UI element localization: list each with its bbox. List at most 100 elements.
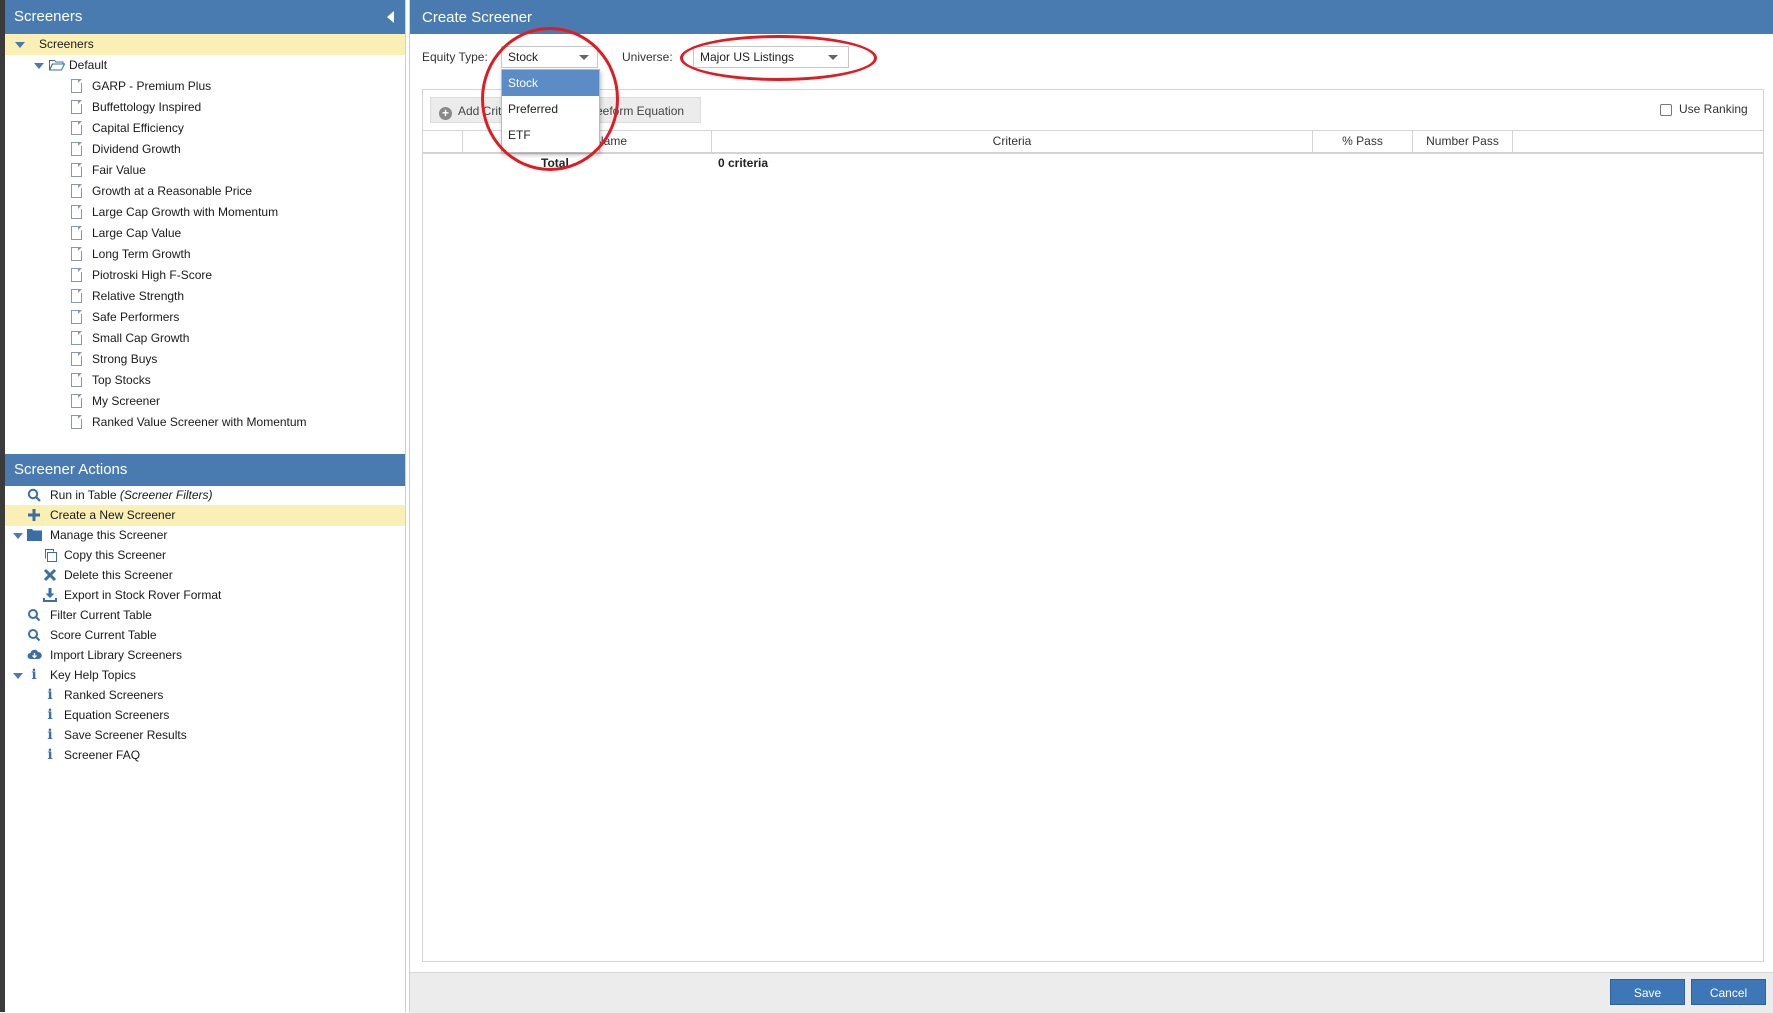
expand-triangle-icon[interactable] (34, 63, 44, 69)
screener-item-label: My Screener (92, 394, 161, 408)
screener-item[interactable]: Large Cap Growth with Momentum (5, 202, 405, 223)
screener-item[interactable]: Fair Value (5, 160, 405, 181)
document-icon (71, 184, 82, 198)
screener-item[interactable]: Relative Strength (5, 286, 405, 307)
chevron-down-icon (828, 55, 838, 60)
screener-item[interactable]: Top Stocks (5, 370, 405, 391)
screener-item[interactable]: Dividend Growth (5, 139, 405, 160)
use-ranking-checkbox[interactable] (1660, 104, 1672, 116)
column-header-number-pass[interactable]: Number Pass (1413, 131, 1513, 152)
column-header-pct-pass[interactable]: % Pass (1313, 131, 1413, 152)
document-icon (71, 352, 82, 366)
action-label: Delete this Screener (64, 568, 173, 582)
action-label: Manage this Screener (50, 528, 168, 542)
info-icon: i (47, 707, 53, 723)
document-icon (71, 226, 82, 240)
add-criteria-label: Add Crit (458, 104, 502, 118)
screener-item[interactable]: My Screener (5, 391, 405, 412)
cancel-button[interactable]: Cancel (1691, 979, 1766, 1005)
universe-label: Universe: (622, 50, 673, 64)
screener-item[interactable]: Growth at a Reasonable Price (5, 181, 405, 202)
criteria-table-header: Name Criteria % Pass Number Pass (423, 130, 1763, 154)
screener-item[interactable]: Strong Buys (5, 349, 405, 370)
screener-item-label: Fair Value (92, 163, 146, 177)
document-icon (71, 373, 82, 387)
action-label: Create a New Screener (50, 508, 176, 522)
save-button[interactable]: Save (1610, 979, 1685, 1005)
screener-actions-header: Screener Actions (5, 454, 405, 486)
freeform-equation-button[interactable]: reeform Equation (583, 97, 701, 123)
dropdown-option-preferred[interactable]: Preferred (502, 96, 599, 122)
action-label: Score Current Table (50, 628, 157, 642)
collapse-panel-icon[interactable] (387, 11, 394, 23)
action-export-screener[interactable]: Export in Stock Rover Format (5, 585, 405, 606)
action-create-new-screener[interactable]: Create a New Screener (5, 505, 405, 526)
screener-item-label: Ranked Value Screener with Momentum (92, 415, 307, 429)
screener-item-label: GARP - Premium Plus (92, 79, 212, 93)
action-label: Import Library Screeners (50, 648, 183, 662)
plus-icon (27, 508, 41, 522)
document-icon (71, 310, 82, 324)
equity-type-dropdown: Stock Preferred ETF (501, 69, 600, 153)
help-save-results[interactable]: i Save Screener Results (5, 725, 405, 746)
document-icon (71, 331, 82, 345)
expand-triangle-icon[interactable] (13, 533, 23, 539)
dropdown-option-stock[interactable]: Stock (502, 70, 599, 96)
screener-item[interactable]: Ranked Value Screener with Momentum (5, 412, 405, 433)
screener-item-label: Top Stocks (92, 373, 151, 387)
screener-item[interactable]: GARP - Premium Plus (5, 76, 405, 97)
info-icon: i (47, 747, 53, 763)
expand-triangle-icon[interactable] (15, 42, 25, 48)
action-copy-screener[interactable]: Copy this Screener (5, 545, 405, 566)
screener-item-label: Buffettology Inspired (92, 100, 202, 114)
action-key-help-topics[interactable]: i Key Help Topics (5, 665, 405, 686)
folder-icon (27, 528, 42, 542)
action-run-in-table[interactable]: Run in Table (Screener Filters) (5, 485, 405, 506)
document-icon (71, 205, 82, 219)
action-label: Ranked Screeners (64, 688, 164, 702)
tree-folder-default[interactable]: Default (5, 55, 405, 76)
action-delete-screener[interactable]: Delete this Screener (5, 565, 405, 586)
screener-item[interactable]: Capital Efficiency (5, 118, 405, 139)
screener-item[interactable]: Long Term Growth (5, 244, 405, 265)
action-label: Save Screener Results (64, 728, 187, 742)
screener-item-label: Large Cap Value (92, 226, 182, 240)
info-icon: i (47, 687, 53, 703)
universe-select[interactable]: Major US Listings (693, 46, 849, 68)
screener-item-label: Large Cap Growth with Momentum (92, 205, 279, 219)
screener-item[interactable]: Small Cap Growth (5, 328, 405, 349)
dialog-footer: Save Cancel (410, 972, 1773, 1013)
action-filter-table[interactable]: Filter Current Table (5, 605, 405, 626)
help-ranked-screeners[interactable]: i Ranked Screeners (5, 685, 405, 706)
action-score-table[interactable]: Score Current Table (5, 625, 405, 646)
screener-actions-title: Screener Actions (14, 461, 128, 478)
screener-item[interactable]: Piotroski High F-Score (5, 265, 405, 286)
document-icon (71, 247, 82, 261)
screener-item[interactable]: Safe Performers (5, 307, 405, 328)
criteria-grid: + Add Crit reeform Equation Use Ranking N… (422, 89, 1764, 962)
tree-root-screeners[interactable]: Screeners (5, 34, 405, 55)
create-screener-panel: Create Screener Equity Type: Stock Unive… (409, 0, 1773, 1013)
plus-circle-icon: + (439, 107, 452, 120)
help-equation-screeners[interactable]: i Equation Screeners (5, 705, 405, 726)
action-import-library[interactable]: Import Library Screeners (5, 645, 405, 666)
expand-triangle-icon[interactable] (13, 673, 23, 679)
action-label: Screener FAQ (64, 748, 141, 762)
document-icon (71, 415, 82, 429)
column-header-criteria[interactable]: Criteria (712, 131, 1313, 152)
panel-title: Create Screener (422, 9, 533, 26)
screener-item[interactable]: Buffettology Inspired (5, 97, 405, 118)
screener-item-label: Dividend Growth (92, 142, 181, 156)
document-icon (71, 100, 82, 114)
dropdown-option-etf[interactable]: ETF (502, 122, 599, 148)
help-screener-faq[interactable]: i Screener FAQ (5, 745, 405, 766)
screener-item-label: Growth at a Reasonable Price (92, 184, 253, 198)
screener-item[interactable]: Large Cap Value (5, 223, 405, 244)
total-label: Total (541, 156, 569, 170)
equity-type-select[interactable]: Stock (501, 46, 598, 68)
screener-item-label: Piotroski High F-Score (92, 268, 213, 282)
action-manage-screener[interactable]: Manage this Screener (5, 525, 405, 546)
search-icon (27, 608, 41, 622)
document-icon (71, 79, 82, 93)
screener-item-label: Relative Strength (92, 289, 185, 303)
